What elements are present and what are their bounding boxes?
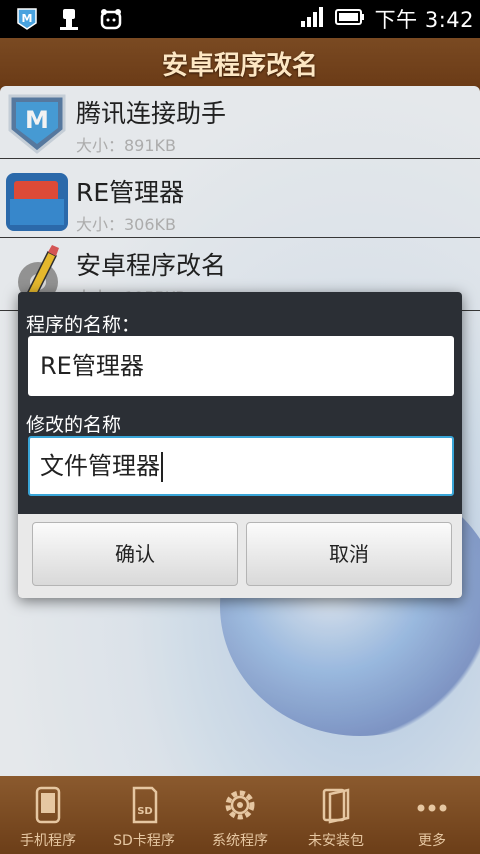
new-name-label: 修改的名称 (26, 414, 122, 436)
signal-icon (299, 5, 325, 33)
nav-label: 更多 (418, 833, 446, 849)
new-name-field[interactable]: 文件管理器 (28, 436, 454, 496)
more-icon (414, 786, 450, 824)
text-cursor (161, 452, 163, 482)
bottom-nav: 手机程序 SD SD卡程序 系统程序 未安装包 更多 (0, 776, 480, 854)
gear-icon (222, 786, 258, 824)
nav-label: 手机程序 (20, 833, 76, 849)
confirm-button[interactable]: 确认 (32, 522, 238, 586)
program-name-field[interactable]: RE管理器 (28, 336, 454, 396)
cancel-button[interactable]: 取消 (246, 522, 452, 586)
nav-more[interactable]: 更多 (384, 776, 480, 854)
package-icon (318, 786, 354, 824)
rename-dialog: 程序的名称： RE管理器 修改的名称 文件管理器 确认 取消 (18, 292, 462, 598)
nav-system-apps[interactable]: 系统程序 (192, 776, 288, 854)
nav-label: SD卡程序 (113, 833, 175, 849)
svg-text:SD: SD (137, 806, 153, 817)
panda-icon (98, 6, 124, 32)
svg-text:M: M (22, 12, 33, 25)
nav-uninstalled-packages[interactable]: 未安装包 (288, 776, 384, 854)
phone-icon (30, 786, 66, 824)
program-name-value: RE管理器 (40, 352, 144, 380)
usb-icon (56, 6, 82, 32)
sd-card-icon: SD (126, 786, 162, 824)
new-name-value: 文件管理器 (40, 452, 160, 480)
dialog-button-bar: 确认 取消 (18, 514, 462, 598)
nav-label: 系统程序 (212, 833, 268, 849)
program-name-label: 程序的名称： (26, 314, 141, 336)
nav-phone-apps[interactable]: 手机程序 (0, 776, 96, 854)
app-title: 安卓程序改名 (0, 38, 480, 90)
tencent-m-icon: M (14, 6, 40, 32)
clock-time: 下午 3:42 (374, 8, 474, 32)
battery-icon (334, 7, 365, 31)
nav-label: 未安装包 (308, 833, 364, 849)
status-bar: M 下午 3:42 (0, 0, 480, 38)
nav-sd-apps[interactable]: SD SD卡程序 (96, 776, 192, 854)
